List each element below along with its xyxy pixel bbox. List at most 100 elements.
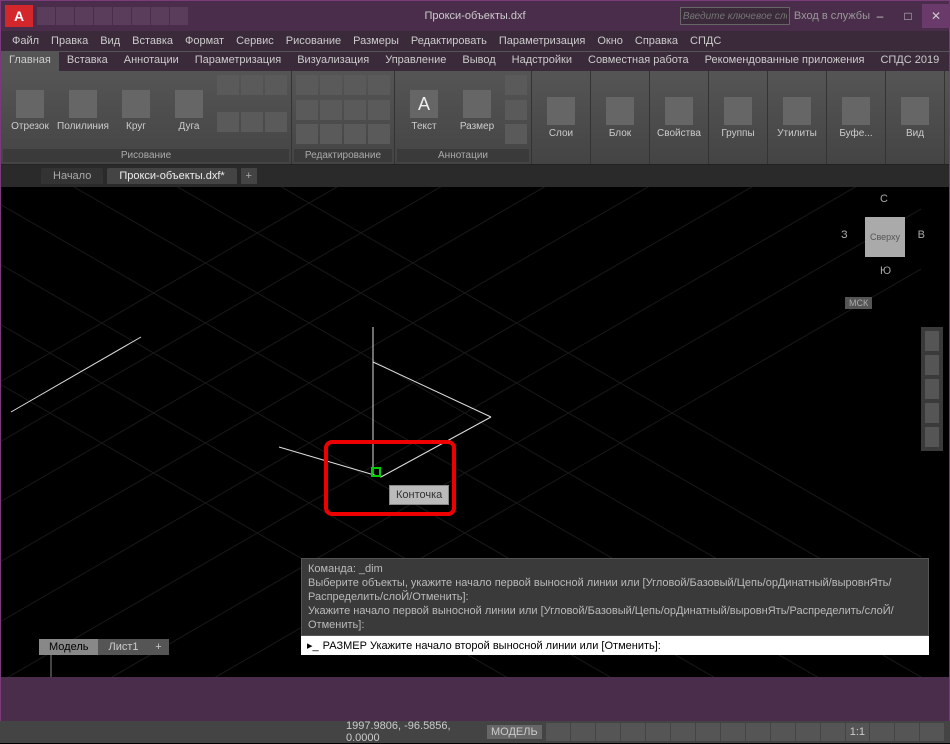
ortho-toggle[interactable] xyxy=(596,723,620,741)
panel-view: Вид xyxy=(886,71,945,164)
panel-edit: Редактирование xyxy=(292,71,395,164)
layout-tabs: Модель Лист1 + xyxy=(39,639,169,655)
panel-draw-label[interactable]: Рисование xyxy=(3,149,289,162)
tab-manage[interactable]: Управление xyxy=(377,52,454,71)
command-input[interactable]: ▸_ РАЗМЕР Укажите начало второй выносной… xyxy=(301,636,929,655)
tab-insert[interactable]: Вставка xyxy=(59,52,116,71)
dyn-toggle[interactable] xyxy=(721,723,745,741)
menu-draw[interactable]: Рисование xyxy=(281,34,346,48)
panel-anno-label[interactable]: Аннотации xyxy=(397,149,529,162)
qat-open-icon[interactable] xyxy=(56,7,74,25)
tab-apps[interactable]: Рекомендованные приложения xyxy=(697,52,873,71)
panel-props: Свойства xyxy=(650,71,709,164)
tab-sheet1[interactable]: Лист1 xyxy=(98,639,148,655)
track-toggle[interactable] xyxy=(696,723,720,741)
menu-edit[interactable]: Правка xyxy=(46,34,93,48)
add-layout-button[interactable]: + xyxy=(149,639,169,655)
vc-north: С xyxy=(880,193,888,205)
arc-icon xyxy=(175,90,203,118)
menu-format[interactable]: Формат xyxy=(180,34,229,48)
qat-save-icon[interactable] xyxy=(75,7,93,25)
iso-toggle[interactable] xyxy=(646,723,670,741)
qat-undo-icon[interactable] xyxy=(132,7,150,25)
statusbar: 1997.9806, -96.5856, 0.0000 МОДЕЛЬ 1:1 xyxy=(0,721,950,743)
circle-button[interactable]: Круг xyxy=(111,75,161,147)
vc-south: Ю xyxy=(880,265,891,277)
qat-plot-icon[interactable] xyxy=(113,7,131,25)
qat-new-icon[interactable] xyxy=(37,7,55,25)
props-button[interactable]: Свойства xyxy=(654,75,704,160)
panel-edit-label[interactable]: Редактирование xyxy=(294,149,392,162)
minimize-button[interactable]: – xyxy=(866,4,894,28)
menu-view[interactable]: Вид xyxy=(95,34,125,48)
space-button[interactable]: МОДЕЛЬ xyxy=(487,725,542,739)
nav-orbit-icon[interactable] xyxy=(925,403,939,423)
nav-pan-icon[interactable] xyxy=(925,355,939,375)
coords-display: 1997.9806, -96.5856, 0.0000 xyxy=(346,720,483,744)
snap-toggle[interactable] xyxy=(571,723,595,741)
signin-button[interactable]: Вход в службы xyxy=(794,10,870,22)
utils-button[interactable]: Утилиты xyxy=(772,75,822,160)
dim-button[interactable]: Размер xyxy=(452,75,502,147)
props-icon xyxy=(665,97,693,125)
tab-model[interactable]: Модель xyxy=(39,639,98,655)
vc-face[interactable]: Сверху xyxy=(865,217,905,257)
tab-home[interactable]: Главная xyxy=(1,52,59,71)
clip-button[interactable]: Буфе... xyxy=(831,75,881,160)
nav-show-icon[interactable] xyxy=(925,427,939,447)
tab-addins[interactable]: Надстройки xyxy=(504,52,580,71)
groups-button[interactable]: Группы xyxy=(713,75,763,160)
menu-dim[interactable]: Размеры xyxy=(348,34,404,48)
trans-toggle[interactable] xyxy=(771,723,795,741)
menu-window[interactable]: Окно xyxy=(592,34,628,48)
tab-collab[interactable]: Совместная работа xyxy=(580,52,697,71)
window-title: Прокси-объекты.dxf xyxy=(424,10,525,22)
polar-toggle[interactable] xyxy=(621,723,645,741)
tab-anno[interactable]: Аннотации xyxy=(116,52,187,71)
tab-file[interactable]: Прокси-объекты.dxf* xyxy=(107,168,236,184)
lw-toggle[interactable] xyxy=(746,723,770,741)
menu-service[interactable]: Сервис xyxy=(231,34,279,48)
nav-zoom-icon[interactable] xyxy=(925,379,939,399)
tab-visual[interactable]: Визуализация xyxy=(289,52,377,71)
dim-icon xyxy=(463,90,491,118)
search-input[interactable] xyxy=(680,7,790,25)
custom-icon[interactable] xyxy=(895,723,919,741)
menu-param[interactable]: Параметризация xyxy=(494,34,590,48)
viewcube[interactable]: С Ю В З Сверху МСК xyxy=(845,197,921,273)
view-button[interactable]: Вид xyxy=(890,75,940,160)
drawing-canvas[interactable]: Конточка С Ю В З Сверху МСК Y X Команда:… xyxy=(1,187,949,677)
app-logo[interactable]: A xyxy=(5,5,33,27)
gear-icon[interactable] xyxy=(870,723,894,741)
menu-help[interactable]: Справка xyxy=(630,34,683,48)
vc-ucs[interactable]: МСК xyxy=(845,297,872,309)
qat-saveas-icon[interactable] xyxy=(94,7,112,25)
layers-button[interactable]: Слои xyxy=(536,75,586,160)
nav-wheel-icon[interactable] xyxy=(925,331,939,351)
polyline-button[interactable]: Полилиния xyxy=(58,75,108,147)
qat-more-icon[interactable] xyxy=(170,7,188,25)
maximize-button[interactable]: □ xyxy=(894,4,922,28)
anno-toggle[interactable] xyxy=(821,723,845,741)
tab-param[interactable]: Параметризация xyxy=(187,52,289,71)
text-button[interactable]: AТекст xyxy=(399,75,449,147)
arc-button[interactable]: Дуга xyxy=(164,75,214,147)
menu-file[interactable]: Файл xyxy=(7,34,44,48)
line-button[interactable]: Отрезок xyxy=(5,75,55,147)
new-tab-button[interactable]: + xyxy=(241,168,257,184)
block-button[interactable]: Блок xyxy=(595,75,645,160)
qat-redo-icon[interactable] xyxy=(151,7,169,25)
nav-bar xyxy=(921,327,943,451)
close-button[interactable]: ✕ xyxy=(922,4,950,28)
grid-toggle[interactable] xyxy=(546,723,570,741)
cycle-toggle[interactable] xyxy=(796,723,820,741)
menu-insert[interactable]: Вставка xyxy=(127,34,178,48)
tab-start[interactable]: Начало xyxy=(41,168,103,184)
zoom-display[interactable]: 1:1 xyxy=(846,723,869,741)
tab-spds[interactable]: СПДС 2019 xyxy=(872,52,947,71)
osnap-toggle[interactable] xyxy=(671,723,695,741)
menu-spds[interactable]: СПДС xyxy=(685,34,726,48)
menu-modify[interactable]: Редактировать xyxy=(406,34,492,48)
tab-output[interactable]: Вывод xyxy=(454,52,503,71)
clean-icon[interactable] xyxy=(920,723,944,741)
